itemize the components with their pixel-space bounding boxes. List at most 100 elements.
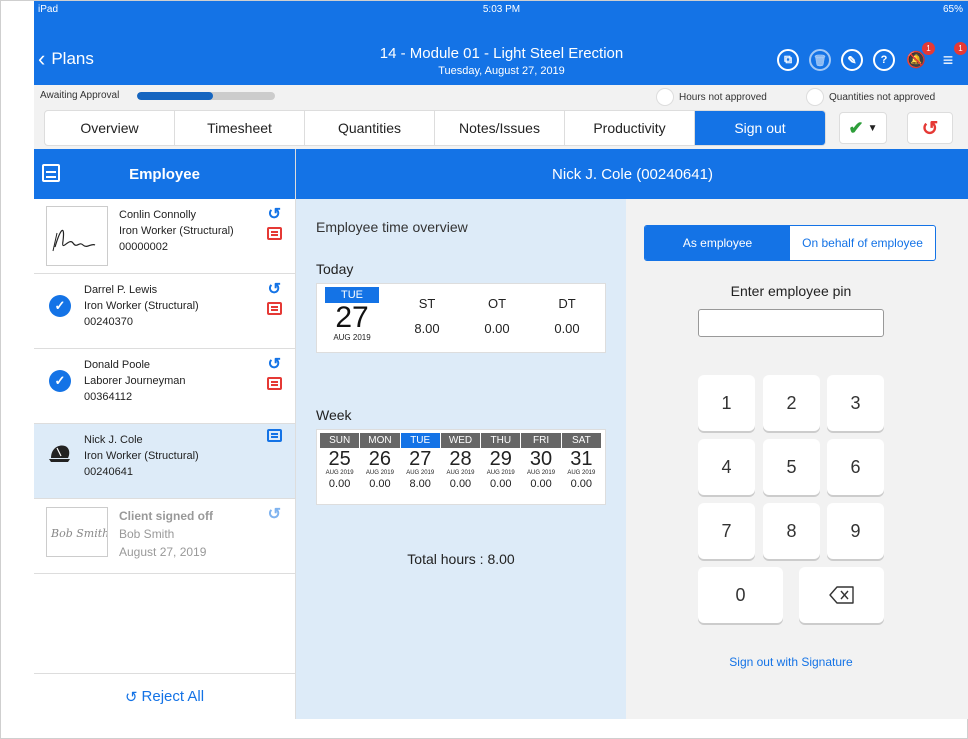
keypad-key-6[interactable]: 6 xyxy=(827,439,884,495)
undo-button[interactable]: ↺ xyxy=(907,112,953,144)
client-status: Client signed off xyxy=(119,509,213,523)
week-day-num: 31 xyxy=(570,448,593,470)
keypad-key-9[interactable]: 9 xyxy=(827,503,884,559)
timesheet-doc-icon[interactable] xyxy=(267,429,282,442)
overview-title: Employee time overview xyxy=(316,219,468,235)
sign-mode-toggle: As employee On behalf of employee xyxy=(644,225,936,261)
tab-overview[interactable]: Overview xyxy=(45,111,175,145)
week-day-dow: SAT xyxy=(561,433,601,448)
employee-role: Iron Worker (Structural) xyxy=(119,225,234,237)
timesheet-doc-icon[interactable] xyxy=(267,377,282,390)
timesheet-doc-icon[interactable] xyxy=(267,302,282,315)
as-employee-option[interactable]: As employee xyxy=(645,226,790,260)
employee-info: Nick J. Cole Iron Worker (Structural) 00… xyxy=(84,432,199,480)
keypad-key-8[interactable]: 8 xyxy=(763,503,820,559)
trash-icon[interactable]: 🗑 xyxy=(809,49,831,71)
employee-id: 00240641 xyxy=(84,466,133,478)
timesheet-doc-icon[interactable] xyxy=(267,227,282,240)
week-day-current: TUE 27 AUG 2019 8.00 xyxy=(400,433,440,501)
week-day-hours: 0.00 xyxy=(530,478,552,490)
employee-name: Donald Poole xyxy=(84,359,151,371)
week-day-month-year: AUG 2019 xyxy=(486,470,515,476)
employee-info: Darrel P. Lewis Iron Worker (Structural)… xyxy=(84,282,199,330)
week-day-hours: 0.00 xyxy=(328,478,351,490)
employee-info: Conlin Connolly Iron Worker (Structural)… xyxy=(119,207,234,255)
client-info: Client signed off Bob Smith August 27, 2… xyxy=(119,507,213,561)
ot-value: 0.00 xyxy=(484,321,510,336)
pin-input[interactable] xyxy=(698,309,884,337)
keypad-key-4[interactable]: 4 xyxy=(698,439,755,495)
list-icon[interactable] xyxy=(42,164,60,182)
tab-sign-out[interactable]: Sign out xyxy=(695,111,825,145)
nav-actions: ⧉ 🗑 ✎ ? 🔕 1 ≡ 1 xyxy=(777,42,967,71)
undo-icon[interactable]: ↺ xyxy=(268,279,281,299)
week-day-month-year: AUG 2019 xyxy=(365,470,394,476)
dt-value: 0.00 xyxy=(554,321,580,336)
employee-panel-title: Employee xyxy=(129,165,200,183)
employee-id: 00364112 xyxy=(84,391,133,403)
keypad-key-3[interactable]: 3 xyxy=(827,375,884,431)
employee-row[interactable]: Conlin Connolly Iron Worker (Structural)… xyxy=(34,199,295,274)
reject-all-button[interactable]: ↺ Reject All xyxy=(34,673,295,719)
week-day-hours: 0.00 xyxy=(490,478,512,490)
edit-icon[interactable]: ✎ xyxy=(841,49,863,71)
employee-role: Laborer Journeyman xyxy=(84,375,186,387)
keypad-key-5[interactable]: 5 xyxy=(763,439,820,495)
tab-notes-issues[interactable]: Notes/Issues xyxy=(435,111,565,145)
week-day-num: 29 xyxy=(489,448,512,470)
client-signoff-row[interactable]: Bob Smith Client signed off Bob Smith Au… xyxy=(34,499,295,574)
undo-icon[interactable]: ↺ xyxy=(268,354,281,374)
week-day: WED 28 AUG 2019 0.00 xyxy=(440,433,481,501)
week-day: SAT 31 AUG 2019 0.00 xyxy=(561,433,601,501)
today-date: TUE 27 AUG 2019 xyxy=(325,287,379,342)
keypad-key-1[interactable]: 1 xyxy=(698,375,755,431)
employee-panel: Employee Conlin Connolly Iron Worker (St… xyxy=(34,149,296,719)
battery-level: 65% xyxy=(942,4,963,15)
backspace-icon xyxy=(828,586,854,604)
keypad-key-7[interactable]: 7 xyxy=(698,503,755,559)
keypad-key-0[interactable]: 0 xyxy=(698,567,783,623)
employee-row[interactable]: ✓ Darrel P. Lewis Iron Worker (Structura… xyxy=(34,274,295,349)
employee-row[interactable]: ✓ Donald Poole Laborer Journeyman 003641… xyxy=(34,349,295,424)
check-circle-icon: ✓ xyxy=(49,295,71,317)
employee-row-selected[interactable]: Nick J. Cole Iron Worker (Structural) 00… xyxy=(34,424,295,499)
reject-all-label: Reject All xyxy=(141,688,205,705)
undo-icon[interactable]: ↺ xyxy=(268,204,281,224)
hours-legend-dot xyxy=(656,88,674,106)
week-day-month-year: AUG 2019 xyxy=(406,470,435,476)
copy-icon[interactable]: ⧉ xyxy=(777,49,799,71)
tab-productivity[interactable]: Productivity xyxy=(565,111,695,145)
nav-bar: ‹ Plans 14 - Module 01 - Light Steel Ere… xyxy=(34,19,968,85)
quantities-legend: Quantities not approved xyxy=(806,88,935,106)
notification-icon[interactable]: 🔕 1 xyxy=(905,42,935,71)
approve-dropdown-button[interactable]: ✔ ▼ xyxy=(839,112,887,144)
pin-label: Enter employee pin xyxy=(730,283,852,299)
backspace-button[interactable] xyxy=(799,567,884,623)
employee-info: Donald Poole Laborer Journeyman 00364112 xyxy=(84,357,186,405)
sign-out-with-signature-link[interactable]: Sign out with Signature xyxy=(626,655,956,669)
help-icon[interactable]: ? xyxy=(873,49,895,71)
tab-timesheet[interactable]: Timesheet xyxy=(175,111,305,145)
week-day: THU 29 AUG 2019 0.00 xyxy=(481,433,521,501)
keypad-key-2[interactable]: 2 xyxy=(763,375,820,431)
client-name: Bob Smith xyxy=(119,527,175,541)
employee-id: 00240370 xyxy=(84,316,133,328)
st-value: 8.00 xyxy=(414,321,440,336)
on-behalf-option[interactable]: On behalf of employee xyxy=(790,226,935,260)
signature-image xyxy=(46,206,108,266)
menu-icon[interactable]: ≡ 1 xyxy=(937,42,967,71)
ot-column: OT 0.00 xyxy=(467,296,527,336)
notification-badge: 1 xyxy=(922,42,935,55)
client-signature-text: Bob Smith xyxy=(50,527,107,540)
check-circle-icon: ✓ xyxy=(49,370,71,392)
week-day-dow: WED xyxy=(440,433,481,448)
approval-label: Awaiting Approval xyxy=(40,90,120,101)
week-day-dow: MON xyxy=(360,433,400,448)
tab-quantities[interactable]: Quantities xyxy=(305,111,435,145)
week-day-num: 27 xyxy=(409,448,432,470)
tab-row: Overview Timesheet Quantities Notes/Issu… xyxy=(34,107,968,149)
dt-header: DT xyxy=(558,296,576,311)
employee-role: Iron Worker (Structural) xyxy=(84,300,199,312)
time-overview: Employee time overview Today TUE 27 AUG … xyxy=(296,199,626,719)
undo-icon[interactable]: ↺ xyxy=(268,504,281,524)
